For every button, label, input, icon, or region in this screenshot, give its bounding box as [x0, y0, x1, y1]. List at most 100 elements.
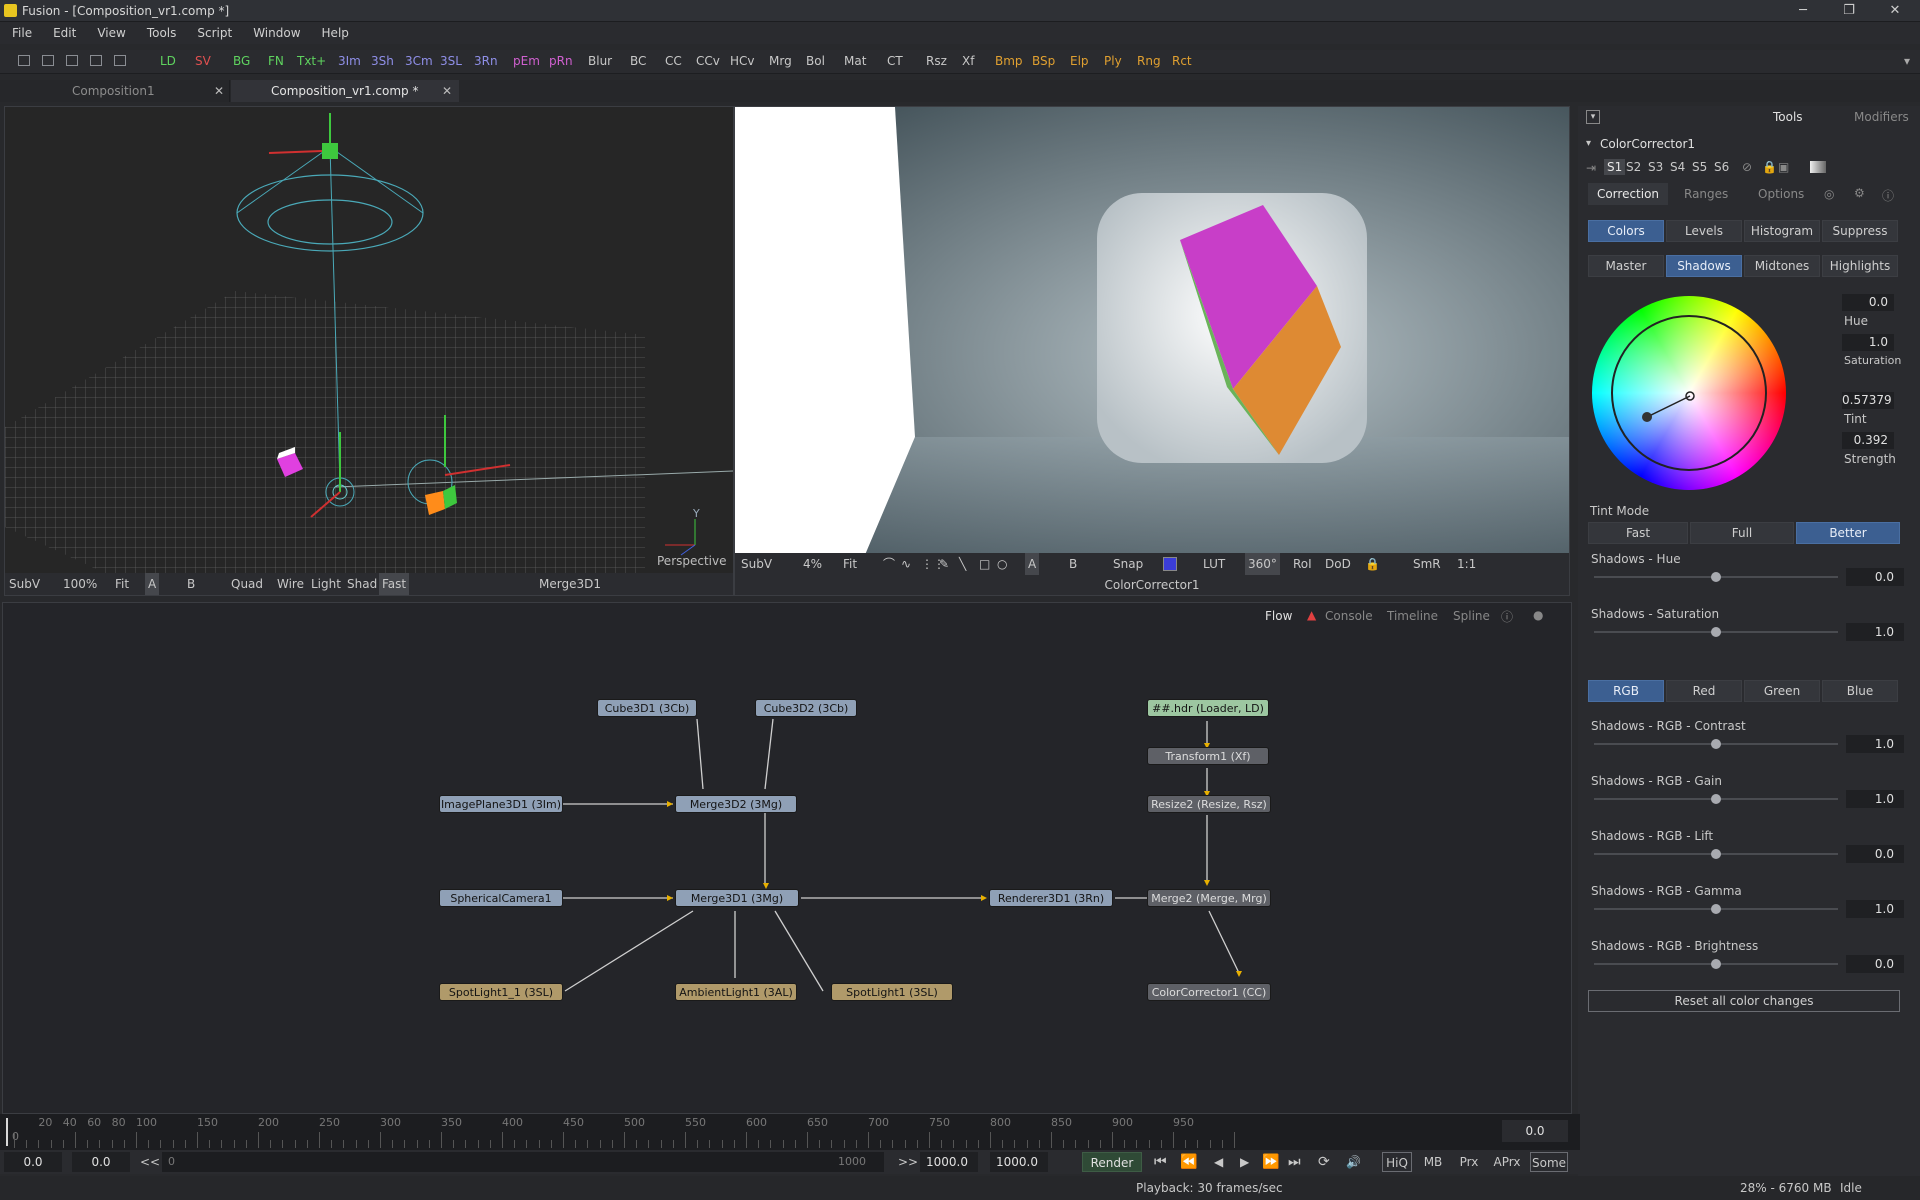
tool-ccv-button[interactable]: CCv	[696, 54, 720, 68]
zoom-dropdown[interactable]: 4%	[803, 553, 822, 575]
node-sphericalcamera1[interactable]: SphericalCamera1	[439, 889, 563, 907]
lock-icon[interactable]: 🔒	[1365, 553, 1380, 575]
tool-bol-button[interactable]: Bol	[806, 54, 825, 68]
tool-3rn-button[interactable]: 3Rn	[474, 54, 498, 68]
slider-value-field[interactable]: 1.0	[1846, 735, 1904, 753]
ellipse-tool-icon[interactable]: ○	[997, 553, 1007, 575]
strength-value[interactable]: 0.392	[1842, 432, 1894, 449]
render-end-field[interactable]: 1000.0	[920, 1152, 978, 1172]
viewer-right[interactable]: SubV 4% Fit ⌒ ∿ ⋮⋮ ✎ ╲ □ ○ A B Snap LUT …	[734, 106, 1570, 596]
mode-colors-button[interactable]: Colors	[1588, 220, 1664, 242]
smr-button[interactable]: SmR	[1413, 553, 1441, 575]
tool-mrg-button[interactable]: Mrg	[769, 54, 792, 68]
layout-5-icon[interactable]	[114, 55, 126, 66]
tool-rct-button[interactable]: Rct	[1172, 54, 1192, 68]
play-icon[interactable]: ▶	[1240, 1152, 1249, 1172]
menu-window[interactable]: Window	[241, 22, 309, 40]
slot-s5-button[interactable]: S5	[1692, 160, 1707, 174]
mode-histogram-button[interactable]: Histogram	[1744, 220, 1820, 242]
tab-close-icon[interactable]: ✕	[442, 80, 456, 102]
node-cube3d2[interactable]: Cube3D2 (3Cb)	[755, 699, 857, 717]
channel-red-button[interactable]: Red	[1666, 680, 1742, 702]
toolbar-overflow-icon[interactable]: ▾	[1904, 54, 1910, 68]
node-loader[interactable]: ##.hdr (Loader, LD)	[1147, 699, 1269, 717]
slot-s2-button[interactable]: S2	[1626, 160, 1641, 174]
render-output-image[interactable]	[735, 107, 1569, 555]
node-resize2[interactable]: Resize2 (Resize, Rsz)	[1147, 795, 1271, 813]
node-spotlight1-1[interactable]: SpotLight1_1 (3SL)	[439, 983, 563, 1001]
color-swatch-icon[interactable]	[1810, 161, 1826, 173]
range-highlights-button[interactable]: Highlights	[1822, 255, 1898, 277]
lock-icon[interactable]: 🔒	[1762, 160, 1777, 174]
tab-composition-vr1[interactable]: Composition_vr1.comp *	[231, 80, 459, 102]
slider-knob[interactable]	[1711, 627, 1721, 637]
prev-range-button[interactable]: <<	[140, 1152, 160, 1172]
tool-cc-button[interactable]: CC	[665, 54, 682, 68]
tool-3sh-button[interactable]: 3Sh	[371, 54, 394, 68]
slider-value-field[interactable]: 1.0	[1846, 623, 1904, 641]
tool-mat-button[interactable]: Mat	[844, 54, 866, 68]
audio-icon[interactable]: 🔊	[1346, 1152, 1361, 1172]
node-colorcorrector1[interactable]: ColorCorrector1 (CC)	[1147, 983, 1271, 1001]
tab-tools[interactable]: Tools	[1773, 110, 1803, 124]
tint-mode-fast-button[interactable]: Fast	[1588, 522, 1688, 544]
layout-1-icon[interactable]	[18, 55, 30, 66]
slider-knob[interactable]	[1711, 794, 1721, 804]
buffer-a-button[interactable]: A	[145, 573, 160, 595]
layout-4-icon[interactable]	[90, 55, 102, 66]
lut-button[interactable]: LUT	[1203, 553, 1225, 575]
shad-button[interactable]: Shad	[347, 573, 377, 595]
render-button[interactable]: Render	[1082, 1152, 1142, 1172]
tab-options[interactable]: Options	[1758, 187, 1804, 201]
layout-2-icon[interactable]	[42, 55, 54, 66]
viewer-left[interactable]: Y Perspective SubV 100% Fit A B Quad Wir…	[4, 106, 734, 596]
tool-bmp-button[interactable]: Bmp	[995, 54, 1023, 68]
tool-fn-button[interactable]: FN	[268, 54, 284, 68]
save-icon[interactable]: ▣	[1778, 160, 1789, 174]
subv-dropdown[interactable]: SubV	[9, 573, 40, 595]
mode-suppress-button[interactable]: Suppress	[1822, 220, 1898, 242]
tool-pem-button[interactable]: pEm	[513, 54, 540, 68]
node-renderer3d1[interactable]: Renderer3D1 (3Rn)	[989, 889, 1113, 907]
menu-edit[interactable]: Edit	[41, 22, 85, 40]
global-start-field[interactable]: 0.0	[4, 1152, 62, 1172]
settings-gear-icon[interactable]: ⚙	[1854, 186, 1865, 200]
tab-composition1[interactable]: Composition1	[0, 80, 230, 102]
tool-sv-button[interactable]: SV	[195, 54, 211, 68]
timeline-ruler[interactable]: 0 20 40 60 80 100 150 200 250 300 350 400 450 500 550 6…	[0, 1114, 1580, 1150]
node-cube3d1[interactable]: Cube3D1 (3Cb)	[597, 699, 697, 717]
disable-icon[interactable]: ⊘	[1742, 160, 1752, 174]
menu-tools[interactable]: Tools	[135, 22, 186, 40]
tool-rng-button[interactable]: Rng	[1137, 54, 1161, 68]
slider-knob[interactable]	[1711, 904, 1721, 914]
step-back-icon[interactable]: ⏪	[1180, 1152, 1197, 1172]
tool-hcv-button[interactable]: HCv	[730, 54, 755, 68]
render-start-field[interactable]: 0.0	[72, 1152, 130, 1172]
tool-3cm-button[interactable]: 3Cm	[405, 54, 433, 68]
tool-bsp-button[interactable]: BSp	[1032, 54, 1055, 68]
node-ambientlight1[interactable]: AmbientLight1 (3AL)	[675, 983, 797, 1001]
roi-button[interactable]: RoI	[1293, 553, 1312, 575]
tool-3sl-button[interactable]: 3SL	[440, 54, 462, 68]
tab-extra-icon[interactable]: ◎	[1824, 187, 1834, 201]
slot-s4-button[interactable]: S4	[1670, 160, 1685, 174]
channel-blue-button[interactable]: Blue	[1822, 680, 1898, 702]
next-range-button[interactable]: >>	[898, 1152, 918, 1172]
collapse-chevron-icon[interactable]: ▾	[1586, 138, 1591, 149]
mb-toggle[interactable]: MB	[1418, 1152, 1448, 1172]
line-tool-icon[interactable]: ╲	[959, 553, 966, 575]
tool-bc-button[interactable]: BC	[630, 54, 646, 68]
minimize-button[interactable]: ─	[1780, 0, 1826, 22]
close-window-button[interactable]: ✕	[1872, 0, 1918, 22]
menu-view[interactable]: View	[85, 22, 134, 40]
hue-value[interactable]: 0.0	[1842, 294, 1894, 311]
curve-tool-icon[interactable]: ⌒	[883, 553, 895, 575]
go-to-end-icon[interactable]: ⏭	[1288, 1152, 1301, 1172]
global-end-field[interactable]: 1000.0	[990, 1152, 1048, 1172]
flow-editor[interactable]: Flow ▲ Console Timeline Spline ⓘ ● Cube3…	[2, 602, 1572, 1114]
tab-close-icon[interactable]: ✕	[214, 80, 228, 102]
tool-txt-button[interactable]: Txt+	[297, 54, 326, 68]
node-transform1[interactable]: Transform1 (Xf)	[1147, 747, 1269, 765]
panel-menu-icon[interactable]: ▾	[1586, 110, 1600, 124]
wire-button[interactable]: Wire	[277, 573, 304, 595]
